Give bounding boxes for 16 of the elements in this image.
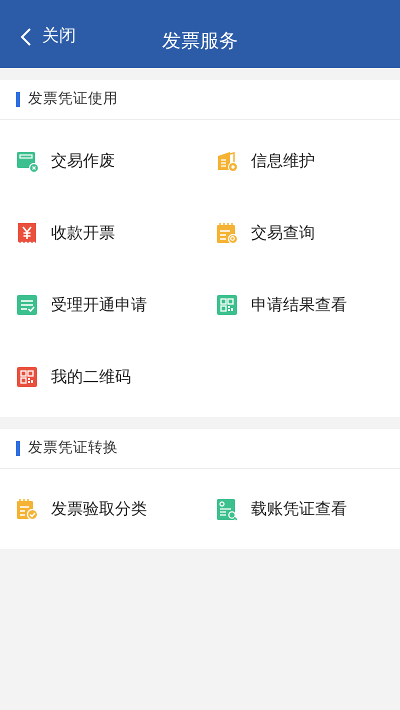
accent-bar bbox=[16, 92, 20, 107]
menu-item[interactable]: 申请结果查看 bbox=[200, 269, 400, 341]
back-button[interactable]: 关闭 bbox=[20, 24, 76, 50]
menu-item[interactable]: 我的二维码 bbox=[0, 341, 200, 413]
menu-item[interactable]: 受理开通申请 bbox=[0, 269, 200, 341]
menu-item[interactable]: 载账凭证查看 bbox=[200, 473, 400, 545]
back-icon bbox=[20, 26, 32, 47]
menu-item[interactable]: 交易作废 bbox=[0, 125, 200, 197]
accent-bar bbox=[16, 441, 20, 456]
menu-item[interactable]: 收款开票 bbox=[0, 197, 200, 269]
menu-item[interactable]: 发票验取分类 bbox=[0, 473, 200, 545]
menu-item[interactable]: 交易查询 bbox=[200, 197, 400, 269]
page-title: 发票服务 bbox=[162, 29, 238, 51]
menu-item[interactable]: 信息维护 bbox=[200, 125, 400, 197]
section-title: 发票凭证转换 bbox=[28, 438, 118, 458]
section-title: 发票凭证使用 bbox=[28, 90, 118, 109]
